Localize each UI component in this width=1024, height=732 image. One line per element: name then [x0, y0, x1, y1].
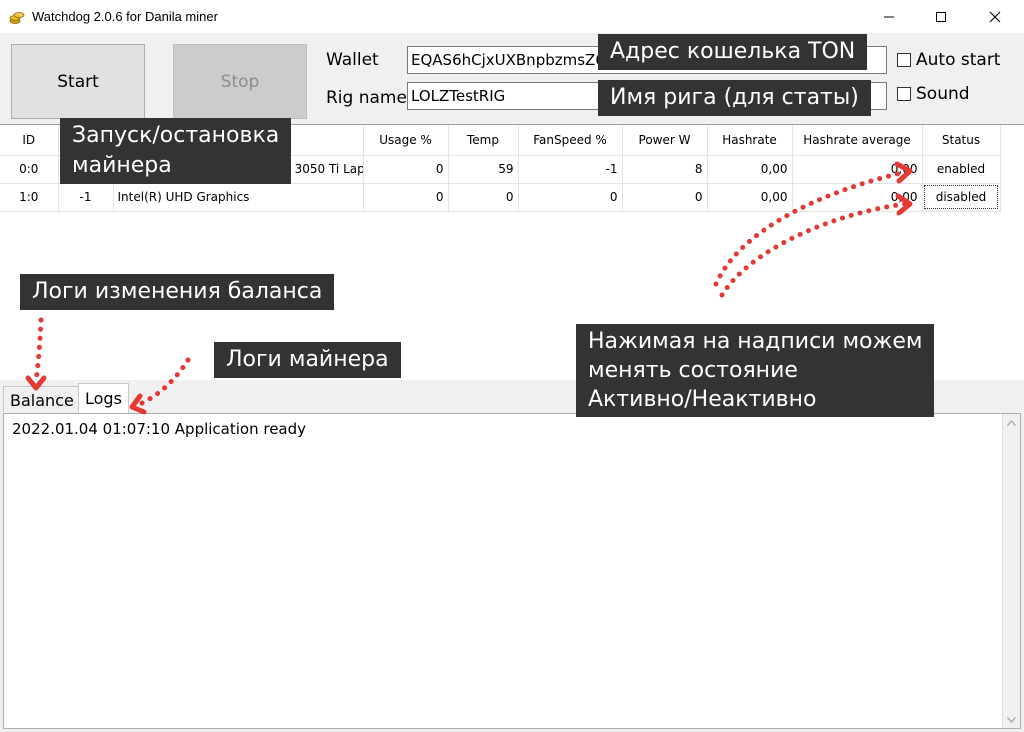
maximize-button[interactable]	[918, 0, 964, 34]
annotation-miner-logs: Логи майнера	[214, 342, 401, 378]
chevron-down-icon	[1007, 716, 1016, 723]
status-toggle[interactable]: disabled	[922, 183, 1001, 212]
col-temp[interactable]: Temp	[448, 125, 519, 156]
cell-id: 0:0	[0, 155, 59, 184]
col-hashrate[interactable]: Hashrate	[707, 125, 793, 156]
log-output[interactable]: 2022.01.04 01:07:10 Application ready	[3, 413, 1021, 729]
cell-hashrate-average: 0,00	[792, 183, 923, 212]
col-status[interactable]: Status	[922, 125, 1001, 156]
col-usage[interactable]: Usage %	[363, 125, 449, 156]
close-icon	[989, 11, 1001, 23]
annotation-balance-logs: Логи изменения баланса	[20, 274, 335, 310]
cell-temp: 0	[448, 183, 519, 212]
annotation-line: Нажимая на надписи можем	[588, 329, 923, 354]
cell-index: -1	[58, 183, 114, 212]
rig-name-label: Rig name	[326, 88, 407, 108]
cell-hashrate: 0,00	[707, 183, 793, 212]
tab-balance[interactable]: Balance	[3, 386, 81, 412]
close-button[interactable]	[972, 0, 1018, 34]
checkbox-box[interactable]	[897, 87, 911, 101]
cell-hashrate-average: 0,00	[792, 155, 923, 184]
annotation-line: майнера	[72, 153, 172, 178]
annotation-rig-name: Имя рига (для статы)	[598, 80, 871, 116]
title-bar: Watchdog 2.0.6 for Danila miner	[0, 0, 1024, 34]
cell-power: 8	[622, 155, 708, 184]
minimize-button[interactable]	[866, 0, 912, 34]
cell-fanspeed: -1	[518, 155, 623, 184]
cell-temp: 59	[448, 155, 519, 184]
auto-start-label: Auto start	[916, 50, 1001, 70]
chevron-up-icon	[1007, 419, 1016, 426]
col-hashrate-average[interactable]: Hashrate average	[792, 125, 923, 156]
coins-icon	[9, 12, 25, 24]
annotation-wallet: Адрес кошелька TON	[598, 34, 868, 70]
stop-button[interactable]: Stop	[173, 44, 307, 119]
start-button[interactable]: Start	[11, 44, 145, 119]
window-title: Watchdog 2.0.6 for Danila miner	[32, 9, 218, 24]
col-power[interactable]: Power W	[622, 125, 708, 156]
cell-hashrate: 0,00	[707, 155, 793, 184]
cell-id: 1:0	[0, 183, 59, 212]
annotation-line: менять состояние	[588, 358, 798, 383]
tab-logs[interactable]: Logs	[78, 383, 129, 413]
wallet-label: Wallet	[326, 50, 379, 70]
sound-label: Sound	[916, 84, 970, 104]
cell-fanspeed: 0	[518, 183, 623, 212]
cell-power: 0	[622, 183, 708, 212]
annotation-line: Запуск/остановка	[72, 123, 280, 148]
col-id[interactable]: ID	[0, 125, 59, 156]
col-fanspeed[interactable]: FanSpeed %	[518, 125, 623, 156]
scroll-up-button[interactable]	[1003, 414, 1020, 431]
log-line: 2022.01.04 01:07:10 Application ready	[12, 420, 307, 438]
sound-checkbox[interactable]: Sound	[897, 84, 970, 104]
cell-usage: 0	[363, 183, 449, 212]
auto-start-checkbox[interactable]: Auto start	[897, 50, 1000, 70]
cell-name: Intel(R) UHD Graphics	[113, 183, 364, 212]
annotation-status-toggle: Нажимая на надписи можем менять состояни…	[576, 324, 935, 417]
vertical-scrollbar[interactable]	[1002, 414, 1020, 728]
scroll-down-button[interactable]	[1003, 711, 1020, 728]
annotation-line: Активно/Неактивно	[588, 387, 817, 412]
checkbox-box[interactable]	[897, 53, 911, 67]
maximize-icon	[936, 12, 946, 22]
cell-usage: 0	[363, 155, 449, 184]
table-row[interactable]: 1:0 -1 Intel(R) UHD Graphics 0 0 0 0 0,0…	[0, 183, 1001, 212]
annotation-start-stop: Запуск/остановка майнера	[60, 118, 292, 184]
status-toggle[interactable]: enabled	[922, 155, 1001, 184]
minimize-icon	[884, 16, 894, 18]
